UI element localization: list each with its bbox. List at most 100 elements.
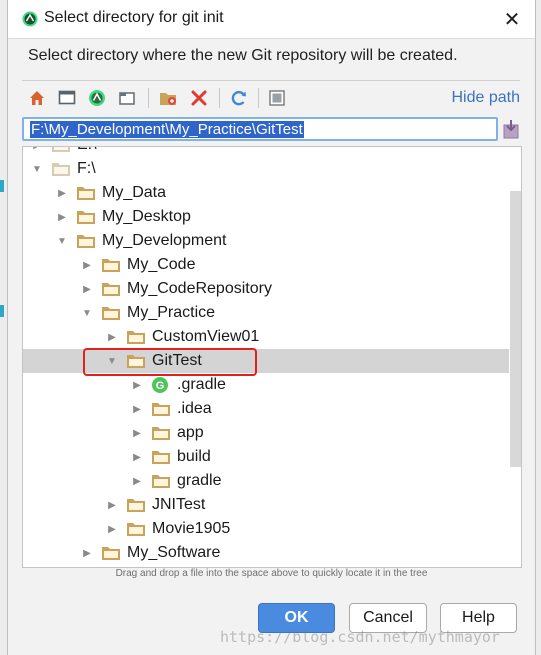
tree-row-label: My_Data bbox=[102, 184, 167, 201]
folder-icon bbox=[151, 473, 171, 489]
tree-row[interactable]: ▶ app bbox=[23, 421, 509, 445]
expand-arrow-icon[interactable]: ▶ bbox=[131, 445, 143, 469]
expand-arrow-icon[interactable]: ▶ bbox=[56, 205, 68, 229]
tree-row-label: My_Desktop bbox=[102, 208, 191, 225]
tree-row-label: My_Practice bbox=[127, 304, 216, 321]
expand-arrow-icon[interactable]: ▶ bbox=[131, 397, 143, 421]
tree-row[interactable]: ▶ Movie1905 bbox=[23, 517, 509, 541]
tree-row[interactable]: ▼ My_Development bbox=[23, 229, 509, 253]
folder-icon bbox=[76, 185, 96, 201]
tree-row-label: My_Development bbox=[102, 232, 227, 249]
expand-arrow-icon[interactable]: ▶ bbox=[81, 253, 93, 277]
folder-icon bbox=[101, 281, 121, 297]
expand-arrow-icon[interactable]: ▶ bbox=[56, 181, 68, 205]
close-button[interactable]: ✕ bbox=[489, 0, 535, 38]
folder-icon bbox=[151, 401, 171, 417]
tree-row[interactable]: ▶ .idea bbox=[23, 397, 509, 421]
drive-icon bbox=[51, 147, 71, 153]
collapse-arrow-icon[interactable]: ▼ bbox=[81, 301, 93, 325]
folder-icon bbox=[151, 425, 171, 441]
delete-icon[interactable] bbox=[188, 87, 210, 109]
toolbar-separator bbox=[219, 88, 220, 108]
show-hidden-icon[interactable] bbox=[266, 87, 288, 109]
dialog-description: Select directory where the new Git repos… bbox=[28, 47, 458, 64]
expand-arrow-icon[interactable]: ▶ bbox=[106, 517, 118, 541]
expand-arrow-icon[interactable]: ▶ bbox=[131, 421, 143, 445]
tree-row[interactable]: ▶ CustomView01 bbox=[23, 325, 509, 349]
tree-row[interactable]: ▶ My_Software bbox=[23, 541, 509, 565]
expand-arrow-icon[interactable]: ▶ bbox=[81, 277, 93, 301]
tree-row-label: E:\ bbox=[77, 147, 97, 154]
refresh-icon[interactable] bbox=[228, 87, 250, 109]
folder-icon bbox=[101, 305, 121, 321]
tree-row[interactable]: ▶ My_Code bbox=[23, 253, 509, 277]
tree-row-label: .idea bbox=[177, 400, 212, 417]
collapse-arrow-icon[interactable]: ▼ bbox=[31, 157, 43, 181]
tree-row-label: My_Code bbox=[127, 256, 196, 273]
background-marker bbox=[0, 180, 4, 192]
hide-path-link[interactable]: Hide path bbox=[452, 89, 521, 107]
tree-row[interactable]: ▼ My_Practice bbox=[23, 301, 509, 325]
folder-icon bbox=[126, 497, 146, 513]
background-window-edge bbox=[0, 0, 7, 655]
new-folder-icon[interactable] bbox=[158, 87, 180, 109]
tree-row[interactable]: ▶ build bbox=[23, 445, 509, 469]
tree-row-label: app bbox=[177, 424, 204, 441]
tree-row[interactable]: ▶ My_Desktop bbox=[23, 205, 509, 229]
folder-icon bbox=[126, 521, 146, 537]
background-marker bbox=[0, 305, 4, 317]
watermark-text: https://blog.csdn.net/mythmayor bbox=[220, 628, 500, 646]
folder-icon bbox=[101, 545, 121, 561]
path-history-icon[interactable] bbox=[502, 119, 520, 139]
module-icon[interactable] bbox=[116, 87, 138, 109]
drive-icon bbox=[51, 161, 71, 177]
desktop-icon[interactable] bbox=[56, 87, 78, 109]
expand-arrow-icon[interactable]: ▶ bbox=[31, 147, 43, 157]
expand-arrow-icon[interactable]: ▶ bbox=[131, 469, 143, 493]
folder-icon bbox=[151, 449, 171, 465]
drag-drop-hint: Drag and drop a file into the space abov… bbox=[115, 568, 428, 579]
tree-row-label: .gradle bbox=[177, 376, 226, 393]
tree-row-label: JNITest bbox=[152, 496, 206, 513]
tree-row-label: My_Software bbox=[127, 544, 221, 561]
expand-arrow-icon[interactable]: ▶ bbox=[106, 325, 118, 349]
folder-icon bbox=[101, 257, 121, 273]
tree-row[interactable]: ▶ gradle bbox=[23, 469, 509, 493]
tree-row[interactable]: ▼ F:\ bbox=[23, 157, 509, 181]
tree-row[interactable]: ▶ G .gradle bbox=[23, 373, 509, 397]
path-input-value: F:\My_Development\My_Practice\GitTest bbox=[30, 121, 304, 138]
tree-row-label: build bbox=[177, 448, 211, 465]
path-input[interactable]: F:\My_Development\My_Practice\GitTest bbox=[22, 117, 498, 141]
project-icon[interactable] bbox=[86, 87, 108, 109]
folder-icon bbox=[76, 233, 96, 249]
tree-row[interactable]: ▶ My_CodeRepository bbox=[23, 277, 509, 301]
directory-tree[interactable]: ▶ E:\ ▼ F:\ ▶ My_Data ▶ My_Desktop ▼ My_Developme… bbox=[22, 146, 522, 568]
annotation-highlight-box bbox=[83, 348, 257, 376]
close-icon: ✕ bbox=[503, 8, 521, 31]
select-directory-dialog: Select directory for git init ✕ Select d… bbox=[7, 0, 536, 655]
tree-row-label: CustomView01 bbox=[152, 328, 260, 345]
tree-scrollbar[interactable] bbox=[510, 191, 521, 467]
folder-icon bbox=[76, 209, 96, 225]
tree-row-label: gradle bbox=[177, 472, 222, 489]
svg-text:G: G bbox=[156, 380, 165, 392]
home-icon[interactable] bbox=[26, 87, 48, 109]
tree-row[interactable]: ▶ JNITest bbox=[23, 493, 509, 517]
dialog-title: Select directory for git init bbox=[44, 9, 224, 26]
tree-row[interactable]: ▶ My_Data bbox=[23, 181, 509, 205]
collapse-arrow-icon[interactable]: ▼ bbox=[56, 229, 68, 253]
expand-arrow-icon[interactable]: ▶ bbox=[81, 541, 93, 565]
tree-row-label: Movie1905 bbox=[152, 520, 231, 537]
expand-arrow-icon[interactable]: ▶ bbox=[106, 493, 118, 517]
title-bar: Select directory for git init ✕ bbox=[8, 0, 535, 39]
file-chooser-toolbar: Hide path bbox=[22, 80, 520, 116]
android-studio-icon bbox=[22, 11, 38, 27]
toolbar-separator bbox=[258, 88, 259, 108]
folder-icon bbox=[126, 329, 146, 345]
tree-row-label: My_CodeRepository bbox=[127, 280, 272, 297]
expand-arrow-icon[interactable]: ▶ bbox=[131, 373, 143, 397]
toolbar-separator bbox=[148, 88, 149, 108]
tree-row-label: F:\ bbox=[77, 160, 96, 177]
gradle-icon: G bbox=[151, 376, 171, 393]
tree-row[interactable]: ▶ E:\ bbox=[23, 147, 509, 157]
